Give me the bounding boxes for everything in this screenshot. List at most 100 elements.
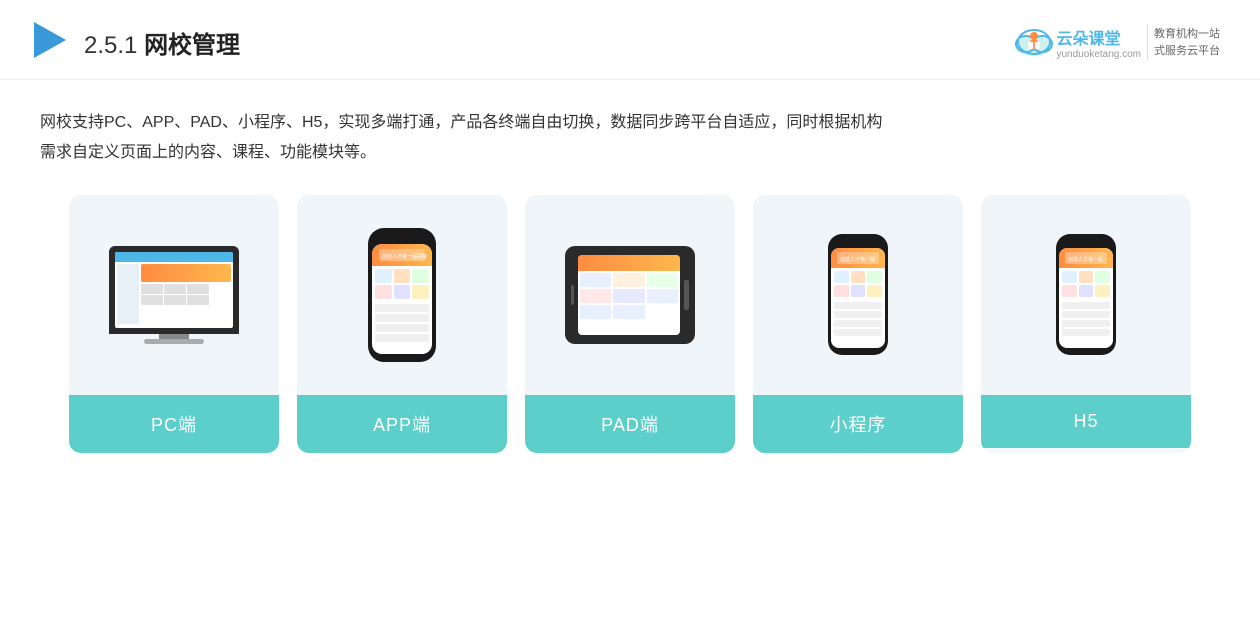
phone-icon-4	[375, 285, 392, 299]
section-number: 2.5.1	[84, 32, 137, 59]
pad-block-6	[647, 289, 678, 303]
mini-icon-6	[867, 285, 882, 297]
pc-sidebar	[117, 264, 139, 324]
pc-block-5	[164, 295, 186, 305]
card-app-image: 创造人才第一届冠楚课	[297, 195, 507, 395]
h5-icon-1	[1062, 271, 1077, 283]
card-mini-image: 创造人才第一届	[753, 195, 963, 395]
h5-phone-icons	[1059, 268, 1113, 300]
card-pad-label: PAD端	[525, 395, 735, 453]
pad-block-7	[580, 305, 611, 319]
pc-block-2	[164, 284, 186, 294]
mini-row-3	[834, 320, 882, 327]
logo-arrow-icon	[30, 18, 70, 67]
course-row-1	[375, 304, 429, 312]
pad-block-2	[613, 273, 644, 287]
card-app-label: APP端	[297, 395, 507, 453]
brand-logo: 云朵课堂 yunduoketang.com 教育机构一站 式服务云平台	[1012, 20, 1220, 65]
mini-phone-screen: 创造人才第一届	[831, 248, 885, 348]
pad-grid	[578, 271, 680, 321]
device-cards-section: PC端 创造人才第一届冠楚课	[0, 185, 1260, 483]
h5-phone-top: 创造人才第一届	[1059, 248, 1113, 268]
mini-icon-1	[834, 271, 849, 283]
mini-phone-rows	[831, 300, 885, 338]
pc-block-4	[141, 295, 163, 305]
pc-device-mockup	[109, 246, 239, 344]
brand-text: 云朵课堂 yunduoketang.com	[1056, 25, 1141, 60]
mini-icon-3	[867, 271, 882, 283]
h5-phone-screen: 创造人才第一届	[1059, 248, 1113, 348]
pc-block-3	[187, 284, 209, 294]
phone-icons-grid	[372, 266, 432, 302]
mini-phone-notch	[849, 241, 867, 245]
pc-block-1	[141, 284, 163, 294]
mini-icon-4	[834, 285, 849, 297]
yunduoke-icon	[1012, 20, 1056, 65]
mini-icon-2	[851, 271, 866, 283]
pad-btn-right	[684, 280, 689, 310]
phone-icon-1	[375, 269, 392, 283]
brand-website: yunduoketang.com	[1056, 49, 1141, 60]
svg-text:创造人才第一届: 创造人才第一届	[840, 256, 875, 263]
phone-outer: 创造人才第一届冠楚课	[368, 228, 436, 362]
course-row-3	[375, 324, 429, 332]
pad-block-1	[580, 273, 611, 287]
desc-line2: 需求自定义页面上的内容、课程、功能模块等。	[40, 138, 1220, 168]
phone-icon-2	[394, 269, 411, 283]
tagline-line2: 式服务云平台	[1154, 43, 1220, 60]
course-row-4	[375, 334, 429, 342]
course-row-2	[375, 314, 429, 322]
card-mini-label: 小程序	[753, 395, 963, 453]
mini-phone-icons	[831, 268, 885, 300]
pc-body	[115, 262, 233, 326]
pad-block-8	[613, 305, 644, 319]
h5-row-2	[1062, 311, 1110, 318]
pad-top-banner	[578, 255, 680, 271]
mini-phone-top: 创造人才第一届	[831, 248, 885, 268]
h5-phone-rows	[1059, 300, 1113, 338]
card-pc: PC端	[69, 195, 279, 453]
pc-main	[141, 264, 231, 324]
phone-screen: 创造人才第一届冠楚课	[372, 244, 432, 354]
card-pc-label: PC端	[69, 395, 279, 453]
tagline-line1: 教育机构一站	[1154, 26, 1220, 43]
phone-icon-5	[394, 285, 411, 299]
brand-divider	[1147, 25, 1148, 61]
mini-row-4	[834, 329, 882, 336]
h5-row-4	[1062, 329, 1110, 336]
h5-icon-2	[1079, 271, 1094, 283]
h5-phone-notch	[1077, 241, 1095, 245]
pad-block-3	[647, 273, 678, 287]
pad-block-5	[613, 289, 644, 303]
page-title: 2.5.1 网校管理	[84, 25, 240, 60]
phone-courses	[372, 302, 432, 344]
phone-mini-mockup: 创造人才第一届	[828, 234, 888, 355]
desc-line1: 网校支持PC、APP、PAD、小程序、H5，实现多端打通，产品各终端自由切换，数…	[40, 108, 1220, 138]
h5-icon-6	[1095, 285, 1110, 297]
h5-icon-4	[1062, 285, 1077, 297]
svg-text:创造人才第一届冠楚课: 创造人才第一届冠楚课	[382, 253, 427, 260]
pc-screen-inner	[115, 252, 233, 328]
mini-row-2	[834, 311, 882, 318]
pc-block-6	[187, 295, 209, 305]
card-pad-image	[525, 195, 735, 395]
page-container: 2.5.1 网校管理	[0, 0, 1260, 630]
brand-name: 云朵课堂	[1056, 25, 1141, 49]
svg-text:创造人才第一届: 创造人才第一届	[1068, 256, 1103, 263]
pc-banner	[141, 264, 231, 282]
phone-h5-mockup: 创造人才第一届	[1056, 234, 1116, 355]
phone-icon-3	[412, 269, 429, 283]
card-h5-image: 创造人才第一届	[981, 195, 1191, 395]
header-left: 2.5.1 网校管理	[30, 18, 240, 67]
brand-tagline: 教育机构一站 式服务云平台	[1154, 26, 1220, 59]
pad-btn-left	[571, 285, 574, 305]
card-pad: PAD端	[525, 195, 735, 453]
pc-screen-outer	[109, 246, 239, 334]
card-h5: 创造人才第一届	[981, 195, 1191, 453]
card-pc-image	[69, 195, 279, 395]
h5-row-1	[1062, 302, 1110, 309]
header: 2.5.1 网校管理	[0, 0, 1260, 80]
pad-block-4	[580, 289, 611, 303]
phone-app-mockup: 创造人才第一届冠楚课	[368, 228, 436, 362]
h5-row-3	[1062, 320, 1110, 327]
